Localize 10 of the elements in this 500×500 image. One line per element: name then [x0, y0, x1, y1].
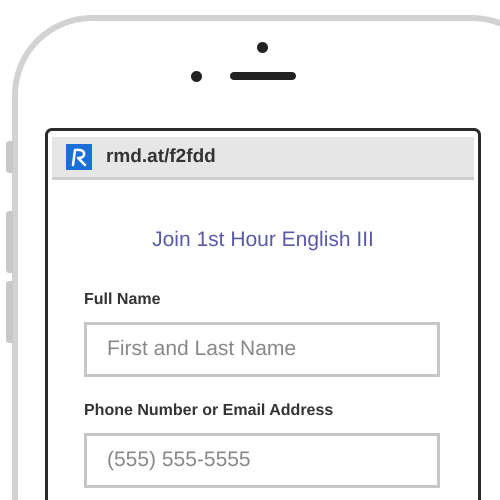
speaker-bar: [230, 72, 296, 80]
url-text: rmd.at/f2fdd: [106, 144, 216, 169]
sensor-dot: [191, 71, 202, 82]
form-title: Join 1st Hour English III: [151, 227, 375, 253]
field-label: Full Name: [84, 290, 162, 310]
camera-dot: [257, 42, 268, 53]
input-field[interactable]: First and Last Name: [84, 322, 440, 376]
logo-icon: [66, 144, 92, 170]
input-field[interactable]: (555) 555-5555: [84, 432, 440, 488]
field-label: Phone Number or Email Address: [84, 400, 334, 420]
